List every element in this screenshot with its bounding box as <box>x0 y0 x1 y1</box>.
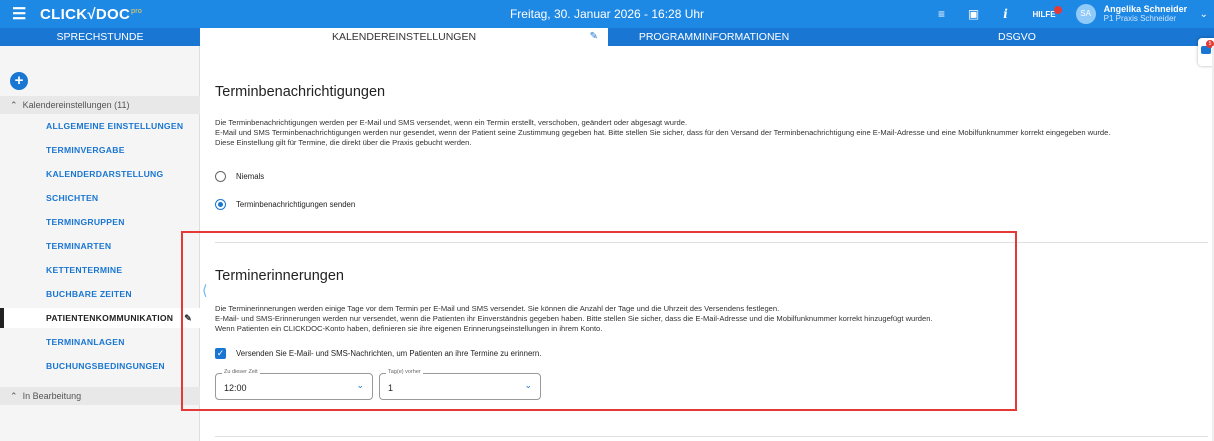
avatar[interactable]: SA <box>1075 4 1096 24</box>
clickdoc-logo[interactable]: CLICK√DOCpro <box>40 6 142 23</box>
radio-niemals[interactable]: Niemals <box>215 171 264 182</box>
tasks-icon[interactable]: ≡ <box>931 7 953 21</box>
help-button[interactable]: HILFE <box>1033 5 1062 19</box>
tab-kalendereinstellungen[interactable]: KALENDEREINSTELLUNGEN ✎ <box>200 28 608 46</box>
add-button[interactable]: + <box>10 72 28 90</box>
radio-benachrichtigungen-senden[interactable]: Terminbenachrichtigungen senden <box>215 199 355 210</box>
sidebar-item-terminanlagen[interactable]: TERMINANLAGEN <box>0 332 200 352</box>
section-title-terminbenachrichtigungen: Terminbenachrichtigungen <box>215 84 386 100</box>
sidebar-item-terminarten[interactable]: TERMINARTEN <box>0 236 200 256</box>
highlight-box <box>181 231 1017 411</box>
chevron-up-icon: ⌃ <box>10 391 18 401</box>
section-divider <box>215 436 1208 437</box>
sidebar-item-terminvergabe[interactable]: TERMINVERGABE <box>0 140 200 160</box>
user-name: Angelika Schneider <box>1103 4 1188 14</box>
sidebar-group-kalendereinstellungen[interactable]: ⌃ Kalendereinstellungen (11) <box>0 96 200 114</box>
notifications-description: Die Terminbenachrichtigungen werden per … <box>215 118 1111 147</box>
sidebar-item-kalenderdarstellung[interactable]: KALENDERDARSTELLUNG <box>0 164 200 184</box>
main-tabs: SPRECHSTUNDE KALENDEREINSTELLUNGEN ✎ PROG… <box>0 28 1214 46</box>
calendar-icon[interactable]: ▣ <box>963 7 985 21</box>
sidebar-item-kettentermine[interactable]: KETTENTERMINE <box>0 260 200 280</box>
sidebar-item-buchungsbedingungen[interactable]: BUCHUNGSBEDINGUNGEN <box>0 356 200 376</box>
tab-sprechstunde[interactable]: SPRECHSTUNDE <box>0 28 200 46</box>
radio-button[interactable] <box>215 171 226 182</box>
user-practice: P1 Praxis Schneider <box>1103 14 1177 23</box>
sidebar-group-in-bearbeitung[interactable]: ⌃ In Bearbeitung <box>0 387 200 405</box>
help-notification-dot <box>1053 5 1062 14</box>
tab-programminformationen[interactable]: PROGRAMMINFORMATIONEN <box>608 28 820 46</box>
sidebar-item-patientenkommunikation[interactable]: PATIENTENKOMMUNIKATION ✎ <box>0 308 200 328</box>
sidebar-item-buchbare-zeiten[interactable]: BUCHBARE ZEITEN <box>0 284 200 304</box>
user-info[interactable]: Angelika Schneider P1 Praxis Schneider <box>1104 4 1194 24</box>
sidebar-item-allgemeine-einstellungen[interactable]: ALLGEMEINE EINSTELLUNGEN <box>0 116 200 136</box>
info-icon[interactable]: i <box>995 7 1017 21</box>
sidebar-item-termingruppen[interactable]: TERMINGRUPPEN <box>0 212 200 232</box>
tab-dsgvo[interactable]: DSGVO <box>820 28 1214 46</box>
radio-button[interactable] <box>215 199 226 210</box>
chevron-up-icon: ⌃ <box>10 100 18 110</box>
sidebar: + ⌃ Kalendereinstellungen (11) ALLGEMEIN… <box>0 46 200 441</box>
top-bar: ☰ CLICK√DOCpro Freitag, 30. Januar 2026 … <box>0 0 1214 28</box>
pencil-icon: ✎ <box>589 31 598 42</box>
hamburger-menu-icon[interactable]: ☰ <box>12 4 34 24</box>
chevron-down-icon[interactable]: ⌄ <box>1200 9 1208 20</box>
sidebar-item-schichten[interactable]: SCHICHTEN <box>0 188 200 208</box>
